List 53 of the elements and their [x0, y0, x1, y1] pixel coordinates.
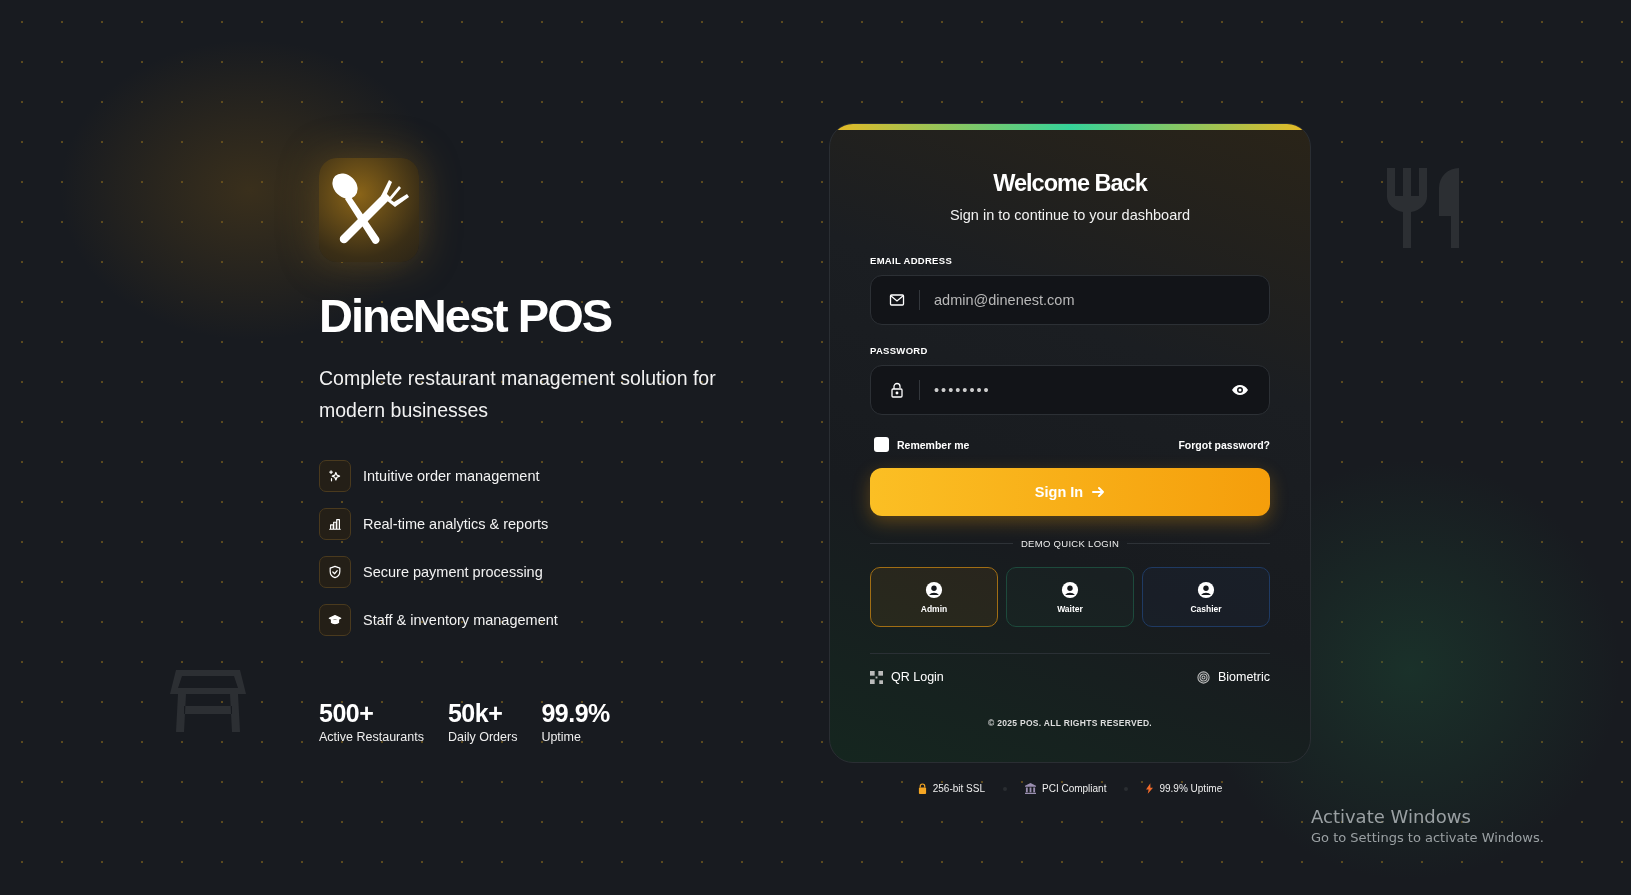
feature-text: Secure payment processing [363, 564, 543, 580]
badge-text: 256-bit SSL [932, 783, 985, 794]
cutlery-icon [1387, 168, 1461, 248]
password-field[interactable]: •••••••• [870, 365, 1270, 415]
stat-value: 500+ [319, 698, 375, 728]
password-input[interactable]: •••••••• [932, 381, 1231, 399]
login-title: Welcome Back [992, 170, 1149, 197]
alt-login-link[interactable]: Biometric [1196, 670, 1270, 684]
brand-tagline: Complete restaurant management solution for modern businesses [319, 366, 717, 423]
email-field[interactable]: admin@dinenest.com [870, 275, 1270, 325]
field-label: PASSWORD [870, 345, 929, 356]
stat-value: 50k+ [447, 698, 504, 728]
shield-icon [319, 556, 351, 588]
qr-code-icon [870, 670, 883, 684]
badge-text: PCI Compliant [1042, 783, 1107, 794]
divider-label: DEMO QUICK LOGIN [1020, 538, 1120, 549]
remember-checkbox[interactable] [874, 437, 889, 452]
eye-icon[interactable] [1231, 384, 1249, 396]
arrow-right-icon [1091, 485, 1106, 499]
fingerprint-icon [1196, 670, 1210, 684]
sparkle-icon [319, 460, 351, 492]
bolt-icon [1146, 783, 1154, 794]
alt-login-link[interactable]: QR Login [870, 670, 944, 684]
brand-title: DineNest POS [319, 290, 613, 342]
activation-text: Go to Settings to activate Windows. [1311, 830, 1544, 845]
user-icon [1061, 580, 1079, 599]
chart-icon [319, 508, 351, 540]
forgot-password-link[interactable]: Forgot password? [1178, 438, 1270, 451]
stat-label: Active Restaurants [319, 730, 424, 744]
lock-icon [889, 382, 905, 398]
login-subtitle: Sign in to continue to your dashboard [948, 207, 1192, 223]
demo-login-button[interactable]: Waiter [1006, 567, 1134, 627]
user-icon [1197, 580, 1215, 599]
feature-text: Staff & inventory management [363, 612, 558, 628]
lock-icon [917, 783, 927, 794]
field-label: EMAIL ADDRESS [870, 255, 954, 266]
stat-label: Uptime [541, 730, 582, 744]
stat-value: 99.9% [541, 698, 610, 728]
demo-login-button[interactable]: Cashier [1142, 567, 1270, 627]
cap-icon [319, 604, 351, 636]
activation-title: Activate Windows [1311, 806, 1472, 827]
user-icon [925, 580, 943, 599]
mail-icon [889, 292, 905, 308]
remember-label: Remember me [897, 438, 970, 451]
badge-text: 99.9% Uptime [1159, 783, 1223, 794]
email-input[interactable]: admin@dinenest.com [932, 291, 1249, 309]
demo-login-button[interactable]: Admin [870, 567, 998, 627]
table-icon [168, 668, 248, 734]
copyright-text: © 2025 POS. ALL RIGHTS RESERVED. [987, 718, 1153, 728]
bank-icon [1025, 783, 1036, 794]
feature-text: Intuitive order management [363, 468, 540, 484]
stat-label: Daily Orders [447, 730, 518, 744]
feature-text: Real-time analytics & reports [363, 516, 549, 532]
